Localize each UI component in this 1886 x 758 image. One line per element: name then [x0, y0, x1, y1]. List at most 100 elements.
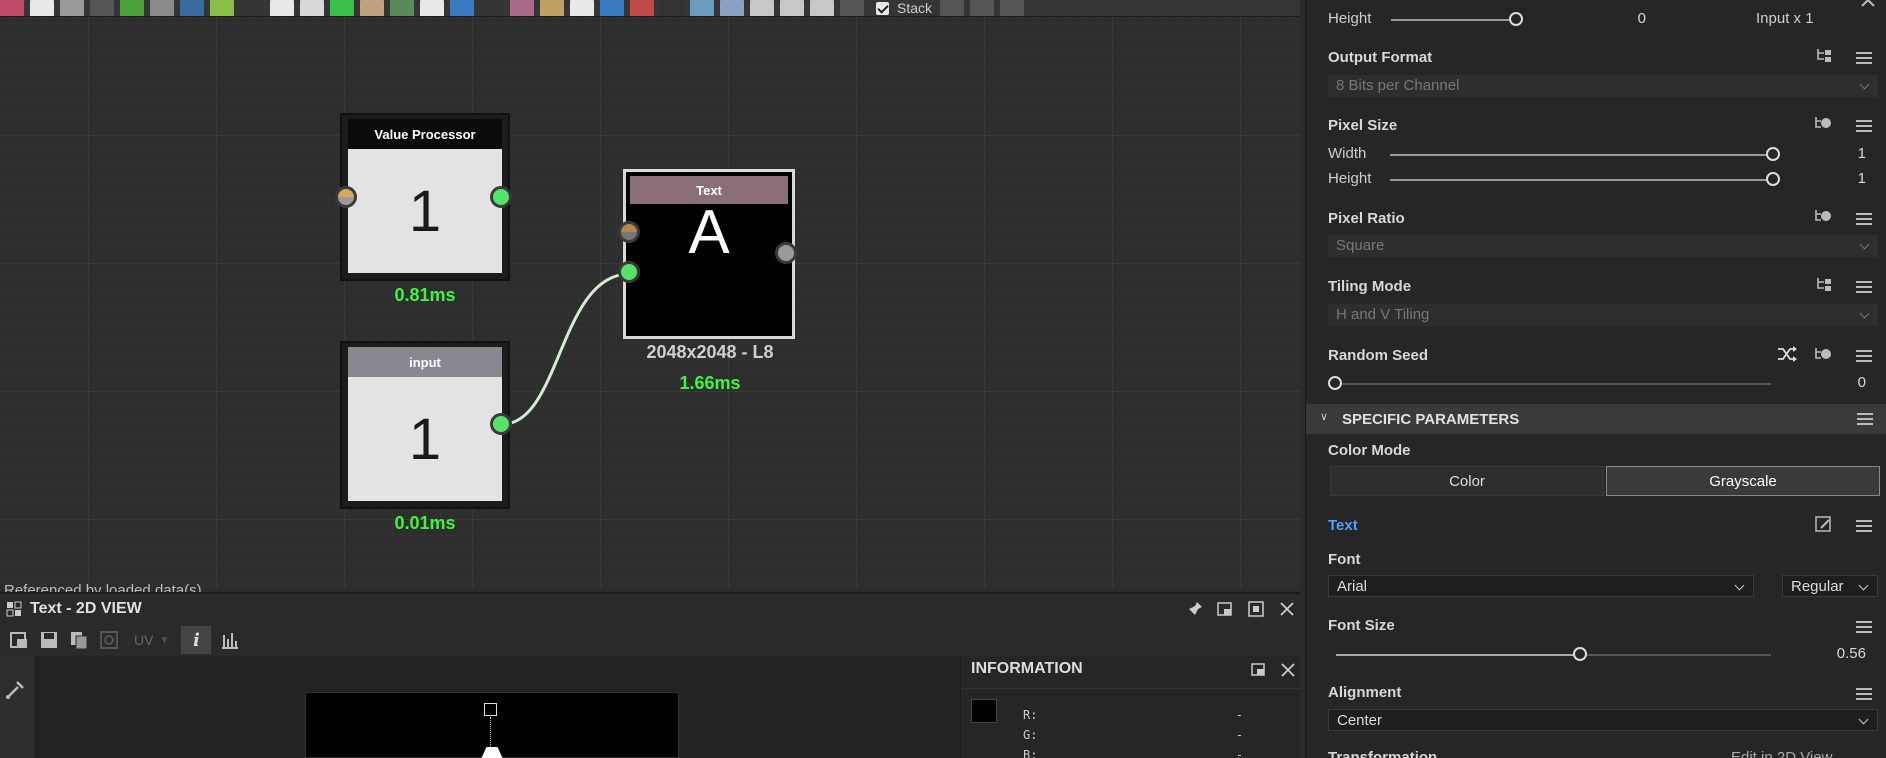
float-icon[interactable]	[1216, 600, 1234, 618]
toolbar-tool-icon[interactable]	[750, 0, 774, 16]
save-icon[interactable]	[38, 629, 60, 651]
output-format-dropdown[interactable]: 8 Bits per Channel	[1328, 75, 1878, 97]
toolbar-tool-icon[interactable]	[300, 0, 324, 16]
menu-icon[interactable]	[1856, 621, 1872, 633]
toolbar-tool-icon[interactable]	[660, 0, 684, 16]
menu-icon[interactable]	[1856, 688, 1872, 700]
refresh-icon[interactable]	[98, 629, 120, 651]
eyedropper-icon[interactable]	[4, 677, 28, 701]
font-style-dropdown[interactable]: Regular	[1782, 575, 1878, 597]
seed-slider-track[interactable]	[1336, 383, 1771, 385]
toolbar-tool-icon[interactable]	[690, 0, 714, 16]
input-port[interactable]	[618, 221, 640, 243]
inherit-input-icon[interactable]	[1814, 208, 1834, 224]
toolbar-tool-icon[interactable]	[780, 0, 804, 16]
checkbox-icon[interactable]	[876, 1, 889, 15]
toolbar-tool-icon[interactable]	[0, 0, 24, 16]
relative-icon[interactable]	[1860, 0, 1876, 12]
stack-toggle[interactable]: Stack	[876, 0, 932, 16]
font-family-dropdown[interactable]: Arial	[1328, 575, 1754, 597]
toolbar-tool-icon[interactable]	[1000, 0, 1025, 16]
toolbar-tool-icon[interactable]	[510, 0, 534, 16]
node-input[interactable]: input 1	[340, 341, 510, 509]
node-thumbnail: A	[630, 202, 788, 332]
toolbar-tool-icon[interactable]	[570, 0, 594, 16]
toolbar-tool-icon[interactable]	[450, 0, 474, 16]
toolbar-tool-icon[interactable]	[150, 0, 174, 16]
inherit-tree-icon[interactable]	[1816, 47, 1834, 63]
color-mode-color-button[interactable]: Color	[1330, 466, 1604, 496]
pin-icon[interactable]	[1186, 600, 1204, 618]
toolbar-tool-icon[interactable]	[840, 0, 864, 16]
toolbar-tool-icon[interactable]	[600, 0, 624, 16]
output-port[interactable]	[775, 242, 797, 264]
close-icon[interactable]	[1280, 662, 1296, 678]
toolbar-tool-icon[interactable]	[210, 0, 234, 16]
edit-text-icon[interactable]	[1814, 515, 1834, 533]
inherit-input-icon[interactable]	[1814, 115, 1834, 131]
close-icon[interactable]	[1278, 600, 1296, 618]
node-value-processor[interactable]: Value Processor 1	[340, 113, 510, 281]
tiling-mode-dropdown[interactable]: H and V Tiling	[1328, 304, 1878, 326]
height-slider-knob[interactable]	[1509, 12, 1523, 26]
toolbar-tool-icon[interactable]	[180, 0, 204, 16]
height-slider-track[interactable]	[1391, 19, 1516, 21]
toolbar-tool-icon[interactable]	[270, 0, 294, 16]
font-size-slider-knob[interactable]	[1572, 647, 1587, 661]
toolbar-tool-icon[interactable]	[120, 0, 144, 16]
view2d-toolbar: UV ▼ i	[0, 624, 960, 656]
toolbar-tool-icon[interactable]	[60, 0, 84, 16]
color-mode-grayscale-button[interactable]: Grayscale	[1606, 466, 1880, 496]
menu-icon[interactable]	[1856, 281, 1872, 293]
output-port[interactable]	[490, 186, 512, 208]
toolbar-tool-icon[interactable]	[330, 0, 354, 16]
toolbar-tool-icon[interactable]	[90, 0, 114, 16]
pixel-ratio-dropdown[interactable]: Square	[1328, 235, 1878, 257]
toolbar-tool-icon[interactable]	[630, 0, 654, 16]
menu-icon[interactable]	[1856, 213, 1872, 225]
toolbar-tool-icon[interactable]	[240, 0, 264, 16]
toolbar-tool-icon[interactable]	[810, 0, 834, 16]
width-slider-knob[interactable]	[1766, 147, 1780, 161]
seed-value: 0	[1857, 374, 1866, 391]
info-toggle-icon[interactable]: i	[181, 626, 212, 654]
width-slider-track[interactable]	[1390, 154, 1770, 156]
menu-icon[interactable]	[1857, 413, 1873, 425]
transform-handle[interactable]	[484, 703, 497, 716]
inherit-input-icon[interactable]	[1814, 346, 1834, 362]
info-value: -	[1235, 748, 1243, 758]
seed-slider-knob[interactable]	[1328, 376, 1342, 390]
copy-icon[interactable]	[68, 629, 90, 651]
toolbar-tool-icon[interactable]	[720, 0, 744, 16]
node-text[interactable]: Text A	[623, 169, 795, 339]
alignment-dropdown[interactable]: Center	[1328, 709, 1878, 731]
menu-icon[interactable]	[1856, 350, 1872, 362]
output-port[interactable]	[490, 413, 512, 435]
toolbar-tool-icon[interactable]	[360, 0, 384, 16]
toolbar-tool-icon[interactable]	[540, 0, 564, 16]
menu-icon[interactable]	[1856, 52, 1872, 64]
float-icon[interactable]	[1251, 662, 1267, 678]
uv-dropdown[interactable]: UV	[134, 632, 153, 648]
toolbar-tool-icon[interactable]	[480, 0, 504, 16]
toolbar-tool-icon[interactable]	[420, 0, 444, 16]
toolbar-tool-icon[interactable]	[390, 0, 414, 16]
height-suffix: Input x 1	[1756, 10, 1814, 27]
toolbar-tool-icon[interactable]	[940, 0, 965, 16]
node-graph[interactable]: Value Processor 1 0.81ms input 1 0.01ms …	[0, 17, 1300, 599]
height-slider-knob[interactable]	[1766, 172, 1780, 186]
menu-icon[interactable]	[1856, 120, 1872, 132]
toolbar-tool-icon[interactable]	[970, 0, 995, 16]
input-port[interactable]	[618, 261, 640, 283]
shuffle-icon[interactable]	[1776, 346, 1798, 362]
toolbar-tool-icon[interactable]	[30, 0, 54, 16]
histogram-icon[interactable]	[219, 629, 241, 651]
menu-icon[interactable]	[1856, 520, 1872, 532]
input-port[interactable]	[335, 186, 357, 208]
export-icon[interactable]	[8, 629, 30, 651]
specific-parameters-header[interactable]: ∨ SPECIFIC PARAMETERS	[1306, 404, 1886, 434]
inherit-tree-icon[interactable]	[1816, 276, 1834, 292]
info-label: R:	[1023, 708, 1038, 722]
height-slider-track[interactable]	[1390, 179, 1770, 181]
maximize-icon[interactable]	[1247, 600, 1265, 618]
